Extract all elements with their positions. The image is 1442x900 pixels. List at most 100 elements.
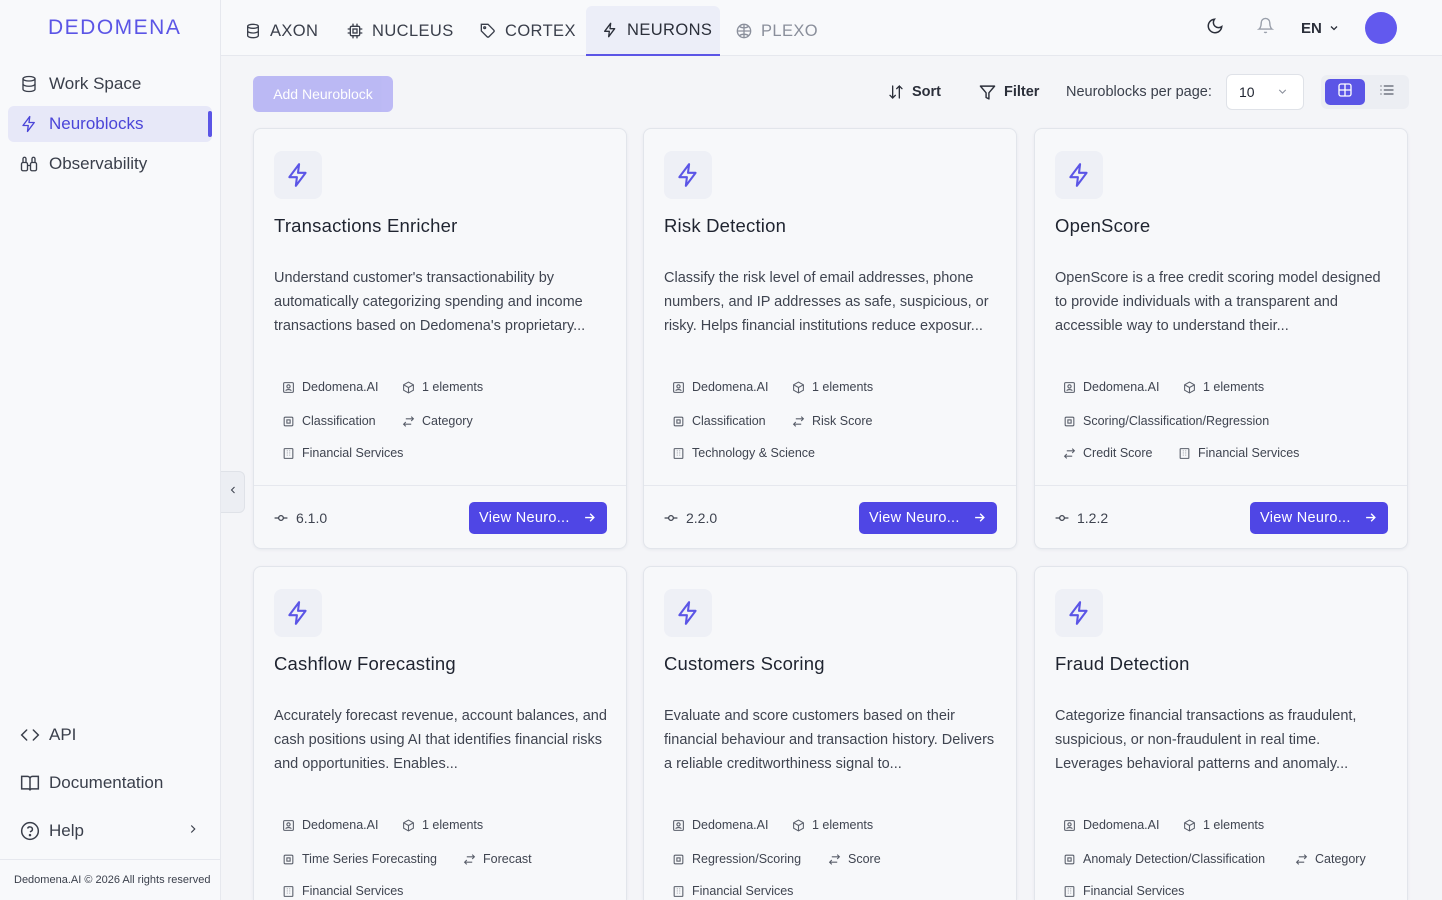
user-card-icon [1063, 381, 1076, 394]
card-industry-label: Technology & Science [692, 446, 815, 460]
card-task: Regression/Scoring [672, 852, 801, 866]
sidebar-item-api[interactable]: API [8, 717, 212, 753]
building-icon [672, 885, 685, 898]
list-view-button[interactable] [1367, 79, 1407, 105]
swap-icon [792, 415, 805, 428]
card-output-label: Credit Score [1083, 446, 1153, 460]
sort-label: Sort [912, 84, 941, 100]
view-toggle [1321, 75, 1409, 109]
card-title: Risk Detection [664, 215, 787, 236]
filter-button[interactable]: Filter [979, 76, 1039, 108]
bolt-icon [664, 151, 712, 199]
add-neuroblock-button[interactable]: Add Neuroblock [253, 76, 393, 112]
card-provider: Dedomena.AI [282, 380, 378, 394]
neuroblock-card[interactable]: OpenScore OpenScore is a free credit sco… [1034, 128, 1408, 549]
chip-icon [672, 415, 685, 428]
card-provider: Dedomena.AI [1063, 380, 1159, 394]
tab-nucleus[interactable]: NUCLEUS [331, 6, 470, 56]
bolt-icon [602, 22, 618, 38]
arrow-right-icon [972, 510, 987, 529]
building-icon [672, 447, 685, 460]
theme-toggle-button[interactable] [1206, 0, 1224, 56]
card-elements-label: 1 elements [1203, 818, 1265, 832]
card-description: Understand customer's transactionability… [274, 270, 586, 334]
card-title: OpenScore [1055, 215, 1151, 236]
tab-label: NEURONS [627, 20, 713, 39]
bolt-icon [20, 115, 38, 133]
per-page-value: 10 [1239, 84, 1255, 100]
commit-icon [664, 513, 678, 523]
language-selector[interactable]: EN [1301, 0, 1340, 56]
neuroblock-card[interactable]: Risk Detection Classify the risk level o… [643, 128, 1017, 549]
notifications-button[interactable] [1256, 0, 1275, 56]
card-industry: Financial Services [1178, 446, 1299, 460]
chip-icon [1063, 415, 1076, 428]
filter-label: Filter [1004, 84, 1040, 100]
swap-icon [463, 853, 476, 866]
sidebar-item-label: API [49, 725, 77, 744]
view-neuroblock-button[interactable]: View Neuro... [469, 502, 607, 534]
card-provider: Dedomena.AI [282, 818, 378, 832]
card-version-label: 2.2.0 [686, 510, 718, 526]
code-icon [20, 725, 40, 745]
card-elements-label: 1 elements [422, 818, 484, 832]
view-neuroblock-button[interactable]: View Neuro... [859, 502, 997, 534]
card-industry-label: Financial Services [692, 884, 794, 898]
card-elements-label: 1 elements [422, 380, 484, 394]
swap-icon [828, 853, 841, 866]
tag-icon [480, 23, 496, 39]
neuroblock-card[interactable]: Fraud Detection Categorize financial tra… [1034, 566, 1408, 900]
grid-icon [1337, 82, 1353, 103]
card-output-label: Category [1315, 852, 1366, 866]
swap-icon [402, 415, 415, 428]
building-icon [1063, 885, 1076, 898]
neuroblock-card[interactable]: Customers Scoring Evaluate and score cus… [643, 566, 1017, 900]
sort-icon [888, 84, 904, 100]
card-description: Categorize financial transactions as fra… [1055, 708, 1357, 772]
sidebar-item-work-space[interactable]: Work Space [8, 66, 212, 102]
sidebar-item-label: Work Space [49, 74, 142, 93]
tab-axon[interactable]: AXON [229, 6, 334, 56]
grid-view-button[interactable] [1325, 79, 1365, 105]
card-elements: 1 elements [402, 818, 483, 832]
card-output: Category [402, 414, 473, 428]
sort-button[interactable]: Sort [888, 76, 941, 108]
card-footer: 2.2.0 View Neuro... [644, 485, 1016, 548]
moon-icon [1206, 17, 1224, 40]
card-provider-label: Dedomena.AI [1083, 818, 1160, 832]
card-industry: Financial Services [672, 884, 793, 898]
app-logo[interactable]: DEDOMENA [48, 16, 181, 40]
card-provider-label: Dedomena.AI [692, 818, 769, 832]
sidebar-item-neuroblocks[interactable]: Neuroblocks [8, 106, 212, 142]
sidebar-item-documentation[interactable]: Documentation [8, 765, 212, 801]
sidebar-divider [0, 859, 221, 860]
bolt-icon [664, 589, 712, 637]
card-version: 6.1.0 [274, 510, 327, 526]
card-version-label: 1.2.2 [1077, 510, 1109, 526]
card-task: Time Series Forecasting [282, 852, 437, 866]
chip-icon [347, 23, 363, 39]
neuroblock-card[interactable]: Cashflow Forecasting Accurately forecast… [253, 566, 627, 900]
book-icon [20, 773, 40, 793]
user-avatar[interactable] [1365, 12, 1397, 44]
cube-icon [402, 380, 415, 394]
view-neuroblock-button[interactable]: View Neuro... [1250, 502, 1388, 534]
sidebar-item-help[interactable]: Help [8, 813, 212, 849]
tab-neurons[interactable]: NEURONS [586, 6, 720, 56]
neuroblock-card[interactable]: Transactions Enricher Understand custome… [253, 128, 627, 549]
bolt-icon [274, 589, 322, 637]
database-icon [245, 23, 261, 39]
sidebar: DEDOMENA Work Space Neuroblocks Observab… [0, 0, 221, 900]
card-task-label: Anomaly Detection/Classification [1083, 852, 1266, 866]
card-task: Classification [282, 414, 376, 428]
user-card-icon [282, 381, 295, 394]
building-icon [282, 885, 295, 898]
card-task-label: Classification [302, 414, 376, 428]
per-page-select[interactable]: 10 [1226, 74, 1304, 110]
tab-plexo[interactable]: PLEXO [720, 6, 834, 56]
user-card-icon [282, 819, 295, 832]
tab-cortex[interactable]: CORTEX [464, 6, 592, 56]
sidebar-item-observability[interactable]: Observability [8, 146, 212, 182]
card-footer: 1.2.2 View Neuro... [1035, 485, 1407, 548]
sidebar-collapse-button[interactable] [221, 471, 245, 513]
